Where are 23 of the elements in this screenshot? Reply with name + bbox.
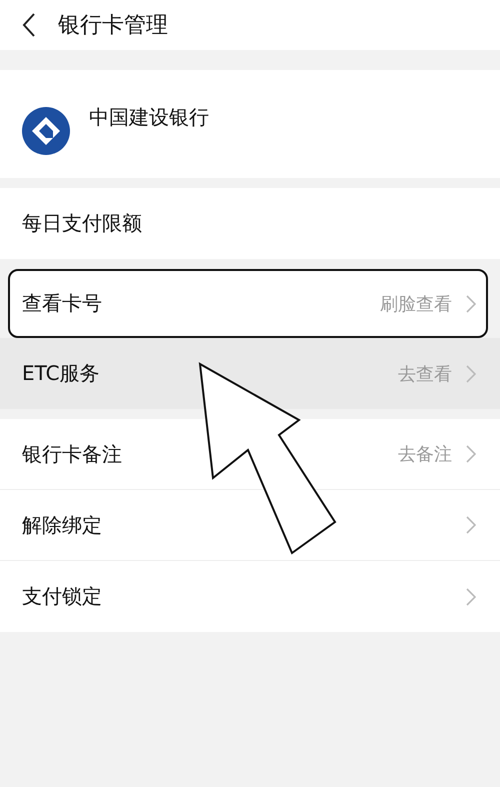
- back-icon[interactable]: [22, 13, 36, 37]
- item-hint: 去查看: [398, 362, 452, 386]
- item-label: 每日支付限额: [22, 210, 143, 237]
- list-item[interactable]: 查看卡号 刷脸查看: [8, 269, 488, 338]
- page-title: 银行卡管理: [58, 12, 168, 40]
- item-hint: 去备注: [398, 443, 452, 466]
- list-item[interactable]: ETC服务 去查看: [0, 338, 500, 409]
- list-item[interactable]: 支付锁定: [0, 561, 500, 632]
- chevron-icon: [466, 294, 476, 312]
- item-label: 解除绑定: [22, 512, 103, 538]
- list-item[interactable]: 每日支付限额: [0, 188, 500, 259]
- item-hint: 刷脸查看: [380, 292, 452, 316]
- item-label: 银行卡备注: [22, 440, 123, 468]
- item-label: 查看卡号: [22, 290, 103, 317]
- item-label: ETC服务: [22, 360, 101, 387]
- chevron-icon: [466, 588, 476, 606]
- item-label: 支付锁定: [22, 583, 103, 610]
- bank-logo-icon: [21, 106, 71, 156]
- list-item[interactable]: 解除绑定: [0, 490, 500, 561]
- chevron-icon: [466, 516, 476, 534]
- chevron-icon: [466, 445, 476, 463]
- bank-name: 中国建设银行: [89, 104, 209, 130]
- chevron-icon: [466, 364, 476, 382]
